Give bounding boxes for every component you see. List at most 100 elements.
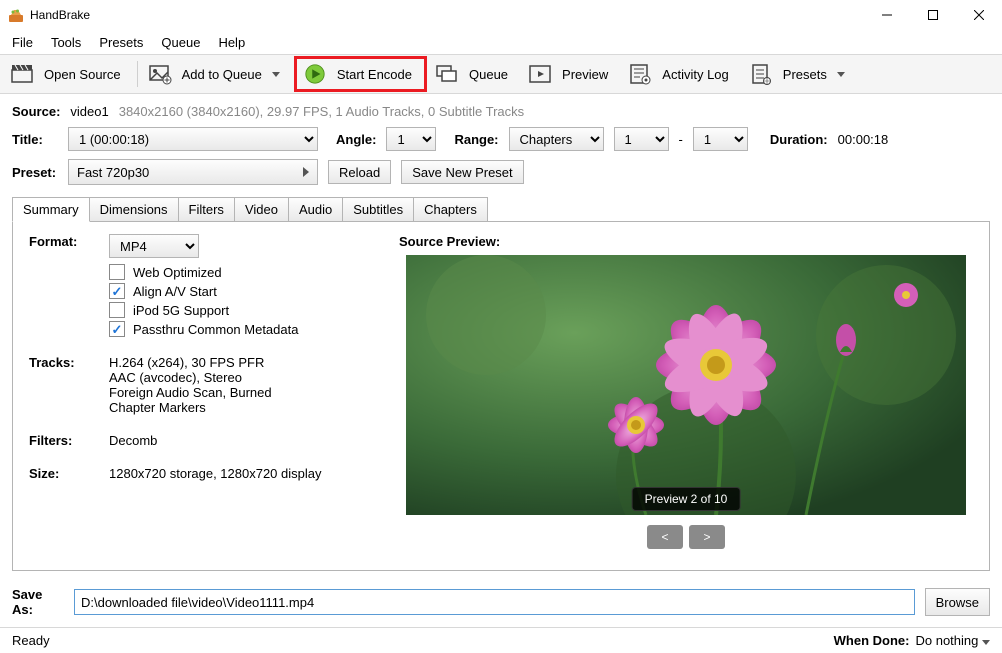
statusbar: Ready When Done: Do nothing xyxy=(0,627,1002,653)
menu-file[interactable]: File xyxy=(4,32,41,53)
tab-chapters[interactable]: Chapters xyxy=(413,197,488,221)
save-as-label: Save As: xyxy=(12,587,64,617)
duration-label: Duration: xyxy=(770,132,828,147)
start-encode-button[interactable]: Start Encode xyxy=(294,56,427,92)
chapter-from-select[interactable]: 1 xyxy=(614,127,669,151)
clapperboard-icon xyxy=(10,62,34,86)
menubar: File Tools Presets Queue Help xyxy=(0,30,1002,54)
preset-label: Preset: xyxy=(12,165,58,180)
chevron-right-icon xyxy=(303,167,309,177)
checkbox-ipod-5g[interactable] xyxy=(109,302,125,318)
start-encode-label: Start Encode xyxy=(337,67,412,82)
angle-label: Angle: xyxy=(336,132,376,147)
checkbox-web-optimized[interactable] xyxy=(109,264,125,280)
preset-row: Preset: Fast 720p30 Reload Save New Pres… xyxy=(0,155,1002,189)
size-label: Size: xyxy=(29,466,109,481)
tab-filters[interactable]: Filters xyxy=(178,197,235,221)
app-title: HandBrake xyxy=(30,8,90,22)
preset-picker[interactable]: Fast 720p30 xyxy=(68,159,318,185)
preview-next-button[interactable]: > xyxy=(689,525,725,549)
preview-button[interactable]: Preview xyxy=(522,56,620,92)
range-type-select[interactable]: Chapters xyxy=(509,127,604,151)
status-text: Ready xyxy=(12,633,50,648)
play-icon xyxy=(303,62,327,86)
angle-select[interactable]: 1 xyxy=(386,127,436,151)
save-new-preset-button[interactable]: Save New Preset xyxy=(401,160,523,184)
browse-button[interactable]: Browse xyxy=(925,588,990,616)
preset-value: Fast 720p30 xyxy=(77,165,149,180)
tracks-line: Chapter Markers xyxy=(109,400,369,415)
checkbox-passthru-metadata[interactable] xyxy=(109,321,125,337)
tracks-line: H.264 (x264), 30 FPS PFR xyxy=(109,355,369,370)
titlebar: HandBrake xyxy=(0,0,1002,30)
when-done-label: When Done: xyxy=(834,633,910,648)
title-row: Title: 1 (00:00:18) Angle: 1 Range: Chap… xyxy=(0,123,1002,155)
format-select[interactable]: MP4 xyxy=(109,234,199,258)
preview-icon xyxy=(528,62,552,86)
activity-log-button[interactable]: Activity Log xyxy=(622,56,740,92)
presets-icon xyxy=(749,62,773,86)
picture-plus-icon xyxy=(148,62,172,86)
open-source-button[interactable]: Open Source xyxy=(4,56,133,92)
source-info: Source: video1 3840x2160 (3840x2160), 29… xyxy=(0,94,1002,123)
reload-preset-button[interactable]: Reload xyxy=(328,160,391,184)
format-label: Format: xyxy=(29,234,109,258)
source-name: video1 xyxy=(70,104,108,119)
source-preview-label: Source Preview: xyxy=(399,234,500,249)
title-select[interactable]: 1 (00:00:18) xyxy=(68,127,318,151)
preview-label: Preview xyxy=(562,67,608,82)
log-icon xyxy=(628,62,652,86)
add-to-queue-button[interactable]: Add to Queue xyxy=(142,56,292,92)
tab-summary[interactable]: Summary xyxy=(12,197,90,222)
title-label: Title: xyxy=(12,132,58,147)
label-passthru-metadata: Passthru Common Metadata xyxy=(133,322,298,337)
tab-audio[interactable]: Audio xyxy=(288,197,343,221)
label-align-av-start: Align A/V Start xyxy=(133,284,217,299)
checkbox-align-av-start[interactable] xyxy=(109,283,125,299)
preview-prev-button[interactable]: < xyxy=(647,525,683,549)
chapter-to-select[interactable]: 1 xyxy=(693,127,748,151)
queue-button[interactable]: Queue xyxy=(429,56,520,92)
size-value: 1280x720 storage, 1280x720 display xyxy=(109,466,369,481)
toolbar-separator xyxy=(137,61,138,87)
presets-label: Presets xyxy=(783,67,827,82)
range-label: Range: xyxy=(454,132,498,147)
chevron-down-icon xyxy=(982,640,990,645)
tab-video[interactable]: Video xyxy=(234,197,289,221)
when-done-value: Do nothing xyxy=(915,633,978,648)
source-details: 3840x2160 (3840x2160), 29.97 FPS, 1 Audi… xyxy=(119,104,524,119)
label-ipod-5g: iPod 5G Support xyxy=(133,303,229,318)
close-button[interactable] xyxy=(956,0,1002,30)
duration-value: 00:00:18 xyxy=(838,132,889,147)
range-separator: - xyxy=(679,132,683,147)
summary-panel: Format: MP4 Web Optimized Align A/V Star… xyxy=(12,221,990,571)
activity-log-label: Activity Log xyxy=(662,67,728,82)
tabstrip: Summary Dimensions Filters Video Audio S… xyxy=(12,197,990,221)
minimize-button[interactable] xyxy=(864,0,910,30)
tab-subtitles[interactable]: Subtitles xyxy=(342,197,414,221)
tracks-line: AAC (avcodec), Stereo xyxy=(109,370,369,385)
tracks-line: Foreign Audio Scan, Burned xyxy=(109,385,369,400)
chevron-down-icon xyxy=(837,72,845,77)
tracks-label: Tracks: xyxy=(29,355,109,415)
queue-icon xyxy=(435,62,459,86)
save-as-row: Save As: Browse xyxy=(0,571,1002,617)
source-preview-image: Preview 2 of 10 xyxy=(406,255,966,515)
menu-presets[interactable]: Presets xyxy=(91,32,151,53)
source-label: Source: xyxy=(12,104,60,119)
preview-counter-badge: Preview 2 of 10 xyxy=(632,487,741,511)
tab-dimensions[interactable]: Dimensions xyxy=(89,197,179,221)
menu-queue[interactable]: Queue xyxy=(153,32,208,53)
chevron-down-icon xyxy=(272,72,280,77)
filters-label: Filters: xyxy=(29,433,109,448)
when-done-dropdown[interactable]: Do nothing xyxy=(915,633,990,648)
menu-help[interactable]: Help xyxy=(210,32,253,53)
save-as-input[interactable] xyxy=(74,589,915,615)
add-to-queue-label: Add to Queue xyxy=(182,67,262,82)
filters-value: Decomb xyxy=(109,433,369,448)
presets-button[interactable]: Presets xyxy=(743,56,857,92)
toolbar: Open Source Add to Queue Start Encode xyxy=(0,54,1002,94)
menu-tools[interactable]: Tools xyxy=(43,32,89,53)
maximize-button[interactable] xyxy=(910,0,956,30)
queue-label: Queue xyxy=(469,67,508,82)
